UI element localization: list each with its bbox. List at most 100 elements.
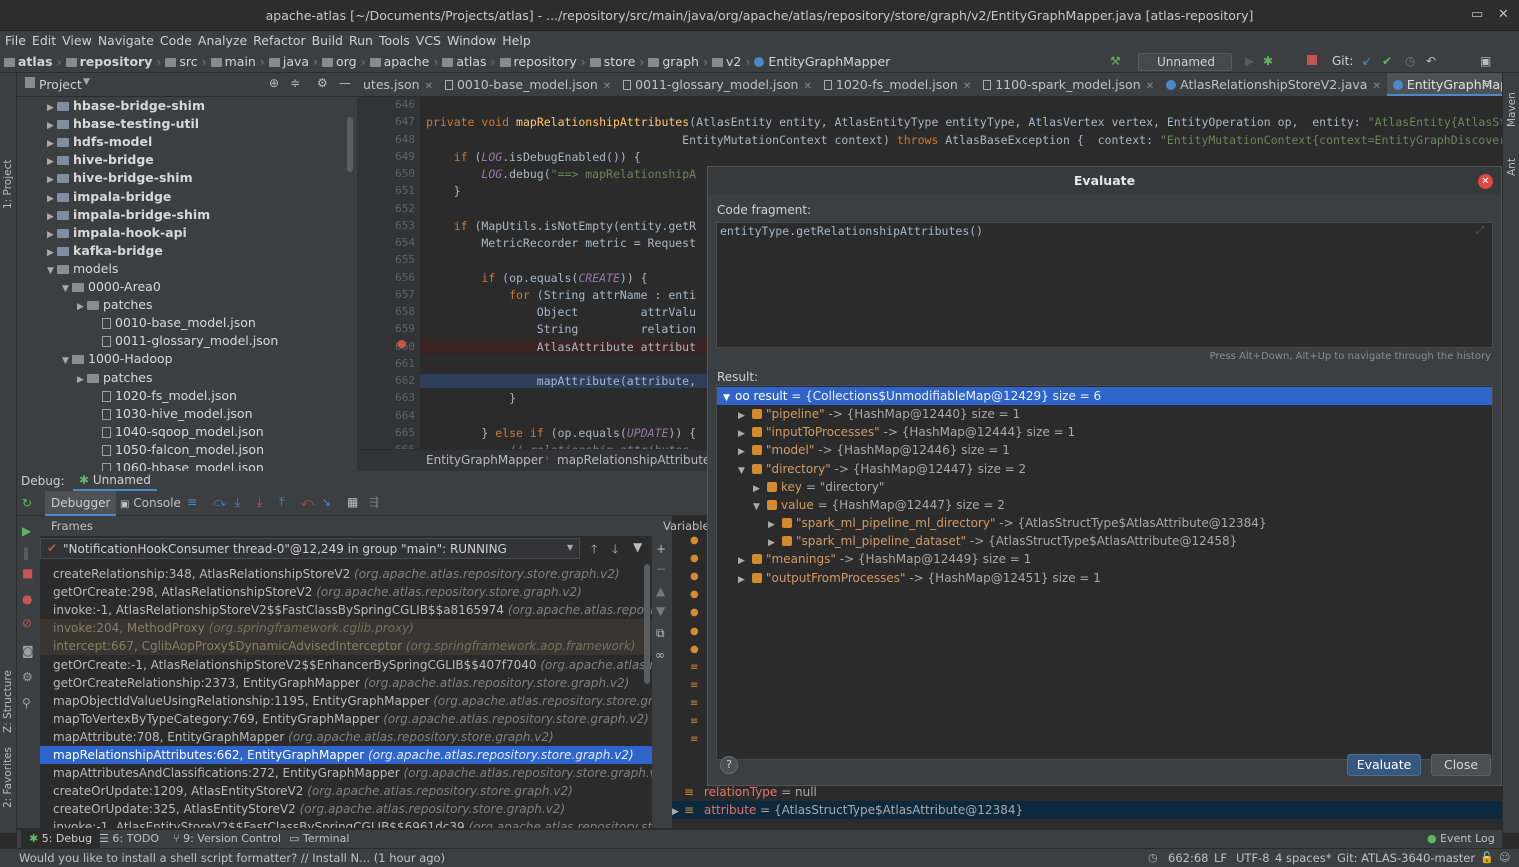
breadcrumb-item[interactable]: repository › bbox=[65, 51, 161, 72]
pin-icon[interactable]: ⚲ bbox=[22, 696, 31, 710]
stop-icon[interactable] bbox=[1307, 55, 1317, 65]
frames-scrollbar[interactable] bbox=[644, 564, 650, 684]
stack-frame[interactable]: getOrCreate:298, AtlasRelationshipStoreV… bbox=[40, 583, 652, 601]
event-log-button[interactable]: ● Event Log bbox=[1427, 832, 1495, 845]
breadcrumb-method[interactable]: mapRelationshipAttribute bbox=[557, 453, 710, 467]
breadcrumb-item[interactable]: src › bbox=[165, 51, 207, 72]
stack-frame[interactable]: mapAttributesAndClassifications:272, Ent… bbox=[40, 764, 652, 782]
copy-icon[interactable]: ⧉ bbox=[656, 626, 665, 641]
project-tree-item[interactable]: ▶ hive-bridge bbox=[17, 151, 154, 169]
trace-icon[interactable]: ⇶ bbox=[369, 495, 379, 509]
project-tree-item[interactable]: ▶ impala-bridge bbox=[17, 188, 171, 206]
line-separator[interactable]: LF bbox=[1214, 851, 1227, 865]
project-tree-item[interactable]: 1030-hive_model.json bbox=[17, 405, 253, 423]
breadcrumb-item[interactable]: repository › bbox=[499, 51, 586, 72]
hide-icon[interactable]: — bbox=[339, 76, 351, 90]
breadcrumb-item[interactable]: graph › bbox=[648, 51, 708, 72]
menu-refactor[interactable]: Refactor bbox=[253, 31, 305, 51]
help-button[interactable]: ? bbox=[720, 756, 738, 774]
stack-frame[interactable]: createOrUpdate:1209, AtlasEntityStoreV2 … bbox=[40, 782, 652, 800]
project-tree-item[interactable]: 0011-glossary_model.json bbox=[17, 332, 278, 350]
expand-icon[interactable]: ⤢ bbox=[1476, 225, 1484, 236]
breadcrumb-item[interactable]: org › bbox=[322, 51, 366, 72]
show-watches-icon[interactable]: ∞ bbox=[655, 648, 665, 662]
stack-frame[interactable]: mapAttribute:708, EntityGraphMapper (org… bbox=[40, 728, 652, 746]
breadcrumb-item[interactable]: store › bbox=[589, 51, 644, 72]
editor-tab[interactable]: 1100-spark_model.json ✕ bbox=[977, 73, 1160, 96]
evaluate-button[interactable]: Evaluate bbox=[1347, 754, 1421, 776]
git-commit-icon[interactable]: ✔ bbox=[1382, 54, 1392, 68]
menu-help[interactable]: Help bbox=[502, 31, 531, 51]
stack-frame[interactable]: createOrUpdate:325, AtlasEntityStoreV2 (… bbox=[40, 800, 652, 818]
close-tab-icon[interactable]: ✕ bbox=[1372, 81, 1380, 92]
breadcrumb-item[interactable]: java › bbox=[268, 51, 318, 72]
menu-window[interactable]: Window bbox=[447, 31, 496, 51]
chevron-right-icon[interactable]: ▶ bbox=[672, 803, 684, 821]
menu-tools[interactable]: Tools bbox=[379, 31, 410, 51]
project-tree-item[interactable]: 1020-fs_model.json bbox=[17, 387, 237, 405]
history-icon[interactable]: ◷ bbox=[1405, 54, 1415, 68]
thread-select[interactable]: ✔ "NotificationHookConsumer thread-0"@12… bbox=[40, 538, 580, 559]
menu-edit[interactable]: Edit bbox=[32, 31, 56, 51]
add-watch-icon[interactable]: + bbox=[656, 542, 666, 556]
breadcrumb-item[interactable]: apache › bbox=[369, 51, 438, 72]
run-to-cursor-icon[interactable]: ↘ bbox=[321, 495, 331, 509]
menu-vcs[interactable]: VCS bbox=[416, 31, 441, 51]
view-breakpoints-icon[interactable]: ● bbox=[22, 592, 32, 606]
remove-watch-icon[interactable]: − bbox=[656, 562, 666, 576]
menu-build[interactable]: Build bbox=[312, 31, 343, 51]
breadcrumb-item[interactable]: EntityGraphMapper bbox=[754, 51, 890, 72]
drop-frame-icon[interactable]: ⤺ bbox=[301, 495, 314, 510]
tab-console[interactable]: ▣ Console bbox=[120, 496, 181, 510]
result-tree-row[interactable]: ▼ "directory" -> {HashMap@12447} size = 2 bbox=[717, 460, 1492, 478]
result-tree[interactable]: ▼ oo result = {Collections$UnmodifiableMa… bbox=[716, 385, 1493, 760]
breakpoint-icon[interactable]: ● bbox=[397, 337, 407, 350]
stack-frame[interactable]: createRelationship:348, AtlasRelationshi… bbox=[40, 565, 652, 583]
close-tab-icon[interactable]: ✕ bbox=[1146, 81, 1154, 92]
move-up-icon[interactable]: ▲ bbox=[656, 584, 665, 598]
result-tree-row[interactable]: ▶ "model" -> {HashMap@12446} size = 1 bbox=[717, 441, 1492, 459]
step-out-icon[interactable]: ⤒ bbox=[279, 495, 284, 510]
chevron-right-icon[interactable]: ▶ bbox=[738, 571, 750, 589]
show-execution-point-icon[interactable]: ≡ bbox=[187, 495, 197, 509]
result-tree-row[interactable]: ▶ "spark_ml_pipeline_dataset" -> {AtlasSt… bbox=[717, 532, 1492, 550]
stack-frame[interactable]: invoke:204, MethodProxy (org.springframe… bbox=[40, 619, 652, 638]
project-tree-item[interactable]: 1060-hbase_model.json bbox=[17, 459, 264, 471]
tab-debugger[interactable]: Debugger bbox=[45, 491, 117, 516]
file-encoding[interactable]: UTF-8 bbox=[1236, 851, 1270, 865]
close-tab-icon[interactable]: ✕ bbox=[803, 81, 811, 92]
project-tree-item[interactable]: 1040-sqoop_model.json bbox=[17, 423, 264, 441]
project-tree-item[interactable]: ▼ models bbox=[17, 260, 118, 278]
menu-analyze[interactable]: Analyze bbox=[198, 31, 247, 51]
menu-file[interactable]: File bbox=[5, 31, 26, 51]
layout-icon[interactable]: ▣ bbox=[1480, 54, 1491, 68]
project-scrollbar[interactable] bbox=[347, 117, 353, 172]
collapse-all-icon[interactable]: ≑ bbox=[290, 76, 300, 90]
result-tree-row[interactable]: ▼ value = {HashMap@12447} size = 2 bbox=[717, 496, 1492, 514]
editor-tab[interactable]: 0011-glossary_model.json ✕ bbox=[617, 73, 818, 96]
result-tree-row[interactable]: ▶ "outputFromProcesses" -> {HashMap@12451… bbox=[717, 569, 1492, 587]
stack-frame[interactable]: mapRelationshipAttributes:662, EntityGra… bbox=[40, 746, 652, 764]
result-tree-row[interactable]: ▶ "pipeline" -> {HashMap@12440} size = 1 bbox=[717, 405, 1492, 423]
variable-row[interactable]: ▶ ≡ attribute = {AtlasStructType$AtlasAttr… bbox=[672, 801, 1502, 819]
indent-setting[interactable]: 4 spaces* bbox=[1275, 851, 1331, 865]
breadcrumb-class[interactable]: EntityGraphMapper bbox=[426, 453, 543, 467]
project-panel-title[interactable]: Project bbox=[39, 77, 82, 92]
project-tree-item[interactable]: ▶ kafka-bridge bbox=[17, 242, 163, 260]
result-tree-row[interactable]: ▶ "meanings" -> {HashMap@12449} size = 1 bbox=[717, 550, 1492, 568]
result-tree-row[interactable]: ▶ "spark_ml_pipeline_ml_directory" -> {At… bbox=[717, 514, 1492, 532]
result-tree-row[interactable]: ▼ oo result = {Collections$UnmodifiableMa… bbox=[717, 387, 1492, 405]
project-tree-item[interactable]: ▶ patches bbox=[17, 369, 153, 387]
step-into-icon[interactable]: ⤓ bbox=[235, 495, 240, 510]
rerun-icon[interactable]: ↻ bbox=[22, 496, 32, 510]
force-step-into-icon[interactable]: ⤓ bbox=[257, 495, 262, 510]
debug-icon[interactable]: ✱ bbox=[1263, 54, 1273, 68]
caret-position[interactable]: 662:68 bbox=[1168, 851, 1208, 865]
evaluate-expression-icon[interactable]: ▦ bbox=[347, 495, 358, 509]
tabs-overflow-icon[interactable]: ≡ bbox=[1482, 77, 1491, 90]
resume-icon[interactable]: ▶ bbox=[22, 524, 31, 538]
stack-frame[interactable]: getOrCreateRelationship:2373, EntityGrap… bbox=[40, 674, 652, 692]
build-icon[interactable]: ⚒ bbox=[1110, 54, 1121, 68]
breadcrumb-item[interactable]: atlas › bbox=[442, 51, 496, 72]
close-button[interactable]: Close bbox=[1431, 754, 1491, 776]
